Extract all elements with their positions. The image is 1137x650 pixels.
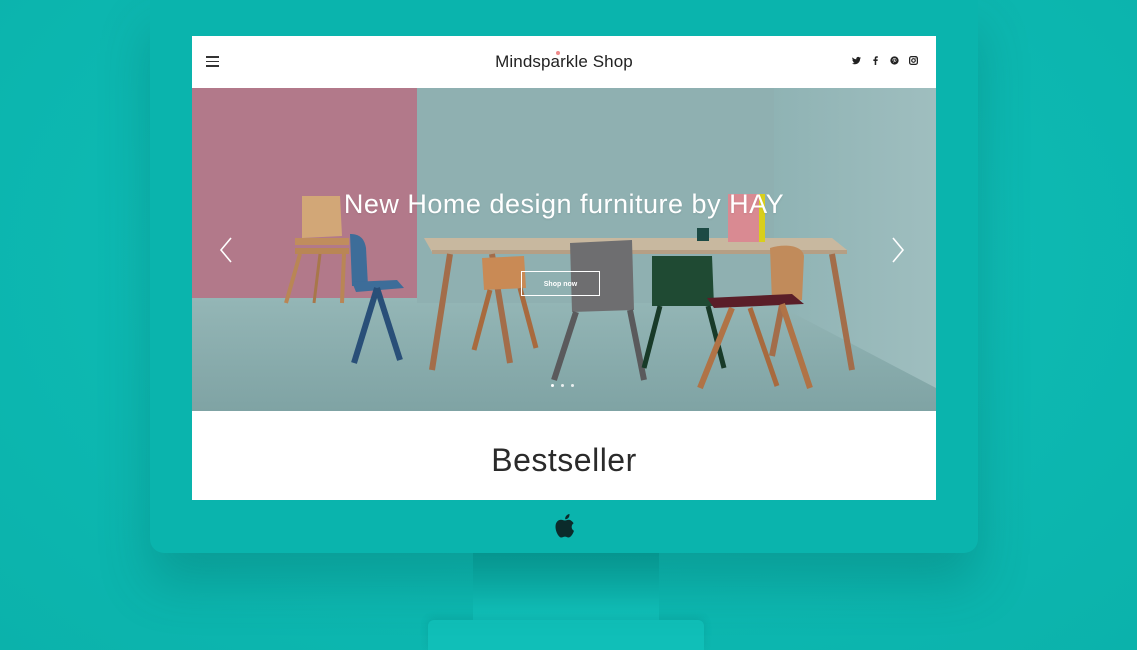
site-header: Mindsparkle Shop — [192, 36, 936, 88]
monitor-stand-base — [428, 620, 704, 650]
slider-pagination — [551, 384, 574, 387]
monitor-stand-neck — [473, 553, 659, 623]
twitter-icon[interactable] — [852, 56, 861, 65]
brand-accent-dot — [556, 51, 560, 55]
hero-slider: New Home design furniture by HAY Shop no… — [192, 88, 936, 411]
slider-dot[interactable] — [571, 384, 574, 387]
hero-title: New Home design furniture by HAY — [343, 189, 785, 219]
bestseller-heading: Bestseller — [491, 442, 637, 478]
apple-logo-icon — [555, 514, 574, 538]
shop-now-button[interactable]: Shop now — [521, 271, 600, 296]
chevron-right-icon[interactable] — [890, 235, 906, 265]
browser-screen: Mindsparkle Shop New Home design furnitu… — [192, 36, 936, 500]
social-links — [852, 56, 918, 65]
instagram-icon[interactable] — [909, 56, 918, 65]
pinterest-icon[interactable] — [890, 56, 899, 65]
slider-dot[interactable] — [561, 384, 564, 387]
slider-dot[interactable] — [551, 384, 554, 387]
hero-image — [192, 88, 936, 411]
facebook-icon[interactable] — [871, 56, 880, 65]
shop-brand[interactable]: Mindsparkle Shop — [192, 52, 936, 72]
chevron-left-icon[interactable] — [218, 235, 234, 265]
